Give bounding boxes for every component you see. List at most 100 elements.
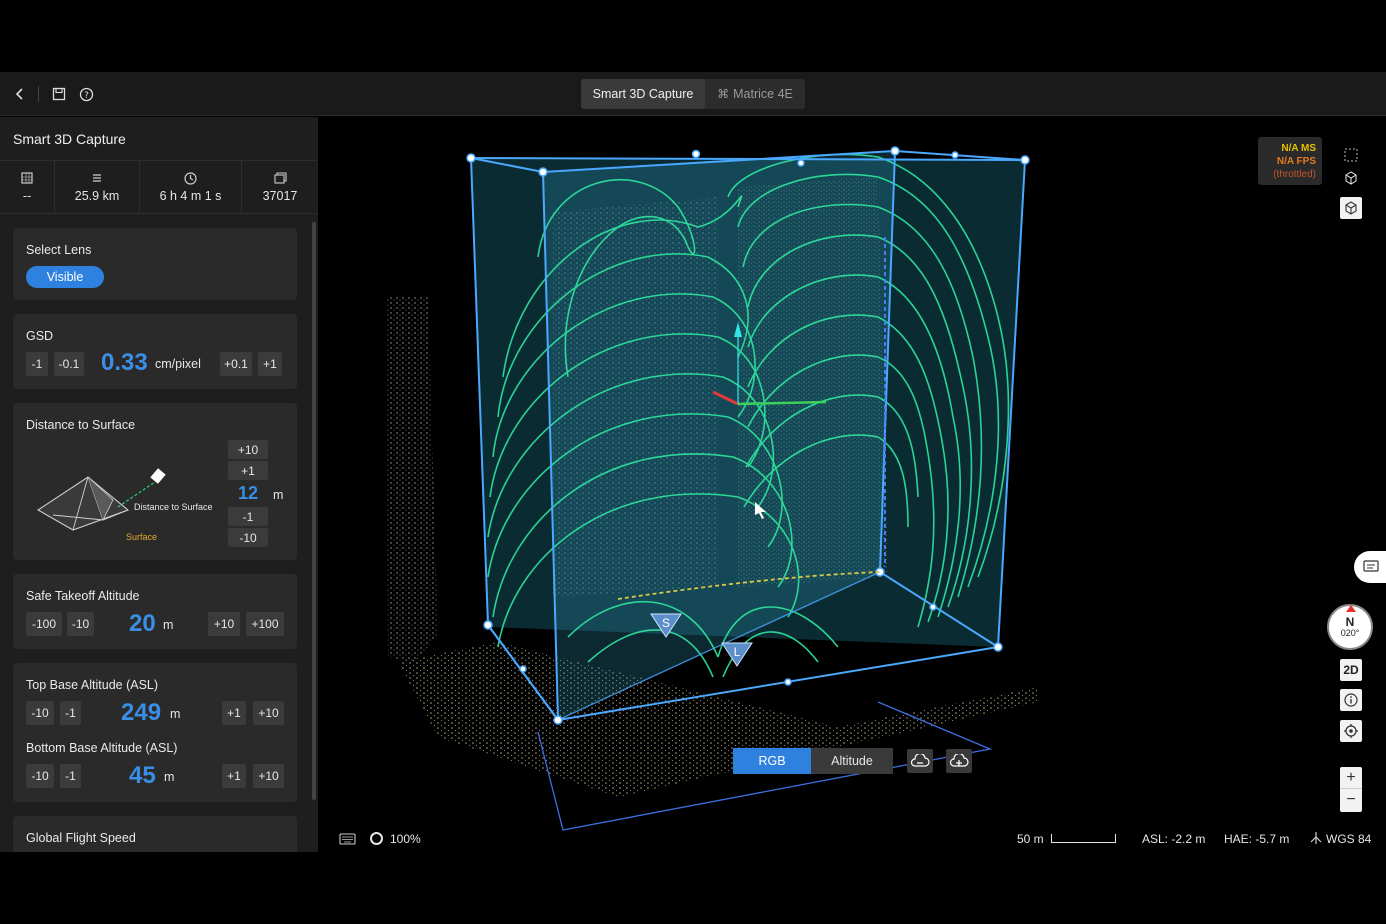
takeoff-plus-100-button[interactable]: +100 <box>246 612 284 636</box>
perf-fps: N/A FPS <box>1276 156 1316 167</box>
bottom-base-label: Bottom Base Altitude (ASL) <box>26 741 178 755</box>
takeoff-card: Safe Takeoff Altitude -100 -10 20 m +10 … <box>13 574 297 649</box>
clock-icon <box>184 171 197 185</box>
top-base-plus-1-button[interactable]: +1 <box>222 701 246 725</box>
gsd-plus-1-button[interactable]: +1 <box>258 352 282 376</box>
takeoff-minus-100-button[interactable]: -100 <box>26 612 62 636</box>
svg-text:?: ? <box>84 91 89 101</box>
zoom-in-icon[interactable]: + <box>1340 767 1362 789</box>
hae-readout: HAE: -5.7 m <box>1224 832 1290 846</box>
speed-card: Global Flight Speed <box>13 816 297 852</box>
takeoff-plus-10-button[interactable]: +10 <box>208 612 240 636</box>
start-marker-label: S <box>662 616 670 630</box>
scale-bar <box>1051 834 1116 843</box>
bottom-base-minus-10-button[interactable]: -10 <box>26 764 54 788</box>
drone-icon: ⌘ <box>717 87 730 101</box>
gsd-value: 0.33 <box>101 349 148 376</box>
perf-ms: N/A MS <box>1281 143 1316 154</box>
distance-card: Distance to Surface Distance to Surface … <box>13 403 297 560</box>
gsd-minus-0.1-button[interactable]: -0.1 <box>54 352 84 376</box>
top-base-plus-10-button[interactable]: +10 <box>253 701 284 725</box>
photos-icon <box>273 171 287 185</box>
toolbar-divider <box>38 86 39 102</box>
land-marker[interactable]: L <box>721 642 753 667</box>
gsd-unit: cm/pixel <box>155 357 201 371</box>
gsd-card: GSD -1 -0.1 0.33 cm/pixel +0.1 +1 <box>13 314 297 389</box>
rgb-mode-button[interactable]: RGB <box>733 748 811 774</box>
tab-smart-3d-capture[interactable]: Smart 3D Capture <box>581 79 705 109</box>
help-icon[interactable]: ? <box>76 84 96 104</box>
bottom-base-value: 45 <box>129 762 156 789</box>
add-box-icon[interactable] <box>1340 167 1362 189</box>
perf-note: (throttled) <box>1273 169 1316 180</box>
takeoff-unit: m <box>163 618 174 632</box>
bottom-base-plus-10-button[interactable]: +10 <box>253 764 284 788</box>
sidebar-title: Smart 3D Capture <box>13 131 126 147</box>
gsd-minus-1-button[interactable]: -1 <box>26 352 48 376</box>
stat-area: -- <box>0 161 55 213</box>
area-icon <box>21 171 33 185</box>
select-area-icon[interactable] <box>1340 144 1362 166</box>
datum-label: WGS 84 <box>1326 832 1372 846</box>
tower-point-cloud <box>386 295 438 662</box>
sidebar-scrollbar[interactable] <box>312 222 316 800</box>
box-settings-icon[interactable] <box>1340 197 1362 219</box>
takeoff-value: 20 <box>129 610 156 637</box>
distance-plus-10-button[interactable]: +10 <box>228 440 268 459</box>
diagram-distance-label: Distance to Surface <box>134 502 213 512</box>
cloud-add-icon[interactable] <box>946 749 972 773</box>
view-2d-button[interactable]: 2D <box>1340 659 1362 681</box>
save-icon[interactable] <box>49 84 69 104</box>
top-base-minus-10-button[interactable]: -10 <box>26 701 54 725</box>
performance-overlay: N/A MS N/A FPS (throttled) <box>1258 137 1322 185</box>
datum-icon <box>1310 831 1322 850</box>
lens-label: Select Lens <box>26 243 92 257</box>
distance-label: Distance to Surface <box>26 418 136 432</box>
scale-label: 50 m <box>1017 832 1044 846</box>
land-marker-label: L <box>734 645 741 659</box>
zoom-out-icon[interactable]: − <box>1340 789 1362 811</box>
bottom-base-plus-1-button[interactable]: +1 <box>222 764 246 788</box>
bottom-base-unit: m <box>164 770 175 784</box>
top-base-unit: m <box>170 707 181 721</box>
chat-icon <box>1363 560 1379 572</box>
ground-point-cloud <box>398 642 1038 797</box>
chat-button[interactable] <box>1354 551 1386 583</box>
zoom-level: 100% <box>390 832 421 846</box>
compass-direction: N <box>1345 614 1355 629</box>
lens-card: Select Lens Visible <box>13 228 297 300</box>
stat-time: 6 h 4 m 1 s <box>140 161 242 213</box>
gsd-plus-0.1-button[interactable]: +0.1 <box>220 352 252 376</box>
lens-visible-button[interactable]: Visible <box>26 266 104 288</box>
altitude-mode-button[interactable]: Altitude <box>811 748 893 774</box>
keyboard-icon[interactable] <box>339 832 356 850</box>
distance-minus-1-button[interactable]: -1 <box>228 507 268 526</box>
compass[interactable]: N 020° <box>1327 604 1373 650</box>
distance-icon <box>91 171 103 185</box>
info-icon[interactable] <box>1340 689 1362 711</box>
stat-distance: 25.9 km <box>55 161 140 213</box>
distance-plus-1-button[interactable]: +1 <box>228 461 268 480</box>
takeoff-label: Safe Takeoff Altitude <box>26 589 140 603</box>
diagram-surface-label: Surface <box>126 532 157 540</box>
base-altitude-card: Top Base Altitude (ASL) -10 -1 249 m +1 … <box>13 663 297 802</box>
gsd-label: GSD <box>26 329 54 343</box>
compass-needle-icon <box>1346 605 1356 612</box>
distance-value: 12 <box>238 483 259 503</box>
compass-heading: 020° <box>1340 627 1360 638</box>
sidebar: Smart 3D Capture -- 25.9 km 6 h 4 m 1 s … <box>0 117 318 852</box>
top-base-minus-1-button[interactable]: -1 <box>60 701 81 725</box>
cloud-remove-icon[interactable] <box>907 749 933 773</box>
back-icon[interactable] <box>10 84 30 104</box>
locate-icon[interactable] <box>1340 720 1362 742</box>
distance-minus-10-button[interactable]: -10 <box>228 528 268 547</box>
tab-matrice-4e[interactable]: ⌘ Matrice 4E <box>705 79 805 109</box>
takeoff-minus-10-button[interactable]: -10 <box>67 612 94 636</box>
stat-photos: 37017 <box>242 161 318 213</box>
bottom-base-minus-1-button[interactable]: -1 <box>60 764 81 788</box>
point-cloud-scene[interactable]: S L <box>318 117 1386 852</box>
distance-unit: m <box>273 488 284 502</box>
3d-viewport[interactable]: S L <box>318 117 1386 852</box>
zoom-ring-icon <box>370 832 383 845</box>
mode-switcher: Smart 3D Capture ⌘ Matrice 4E <box>581 79 805 109</box>
